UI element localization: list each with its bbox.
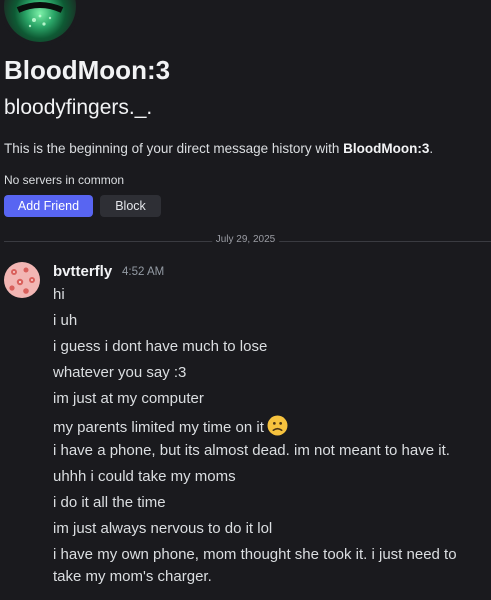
profile-username: bloodyfingers._. xyxy=(4,96,153,119)
message-line: hi xyxy=(53,286,65,303)
date-divider-label: July 29, 2025 xyxy=(211,234,280,245)
message-line: i have a phone, but its almost dead. im … xyxy=(53,442,450,459)
block-button[interactable]: Block xyxy=(100,195,161,217)
message-line: i guess i dont have much to lose xyxy=(53,338,268,355)
avatar-art-icon xyxy=(16,2,64,28)
message-line: i do it all the time xyxy=(53,494,166,511)
message-line: i uh xyxy=(53,312,78,329)
message-author-name[interactable]: bvtterfly xyxy=(53,263,112,280)
avatar-pattern-icon xyxy=(9,267,35,294)
message-line-text: my parents limited my time on it xyxy=(53,419,264,436)
profile-display-name: BloodMoon:3 xyxy=(4,55,171,85)
message-line: im just always nervous to do it lol xyxy=(53,520,273,537)
history-suffix: . xyxy=(429,141,434,156)
slightly-frowning-face-icon xyxy=(267,415,288,442)
message-author-avatar[interactable] xyxy=(4,262,40,298)
message-line: i have my own phone, mom thought she too… xyxy=(53,546,457,563)
add-friend-button[interactable]: Add Friend xyxy=(4,195,93,217)
message-line-with-emoji: my parents limited my time on it xyxy=(53,415,288,442)
message-timestamp: 4:52 AM xyxy=(122,266,165,278)
message-line: take my mom's charger. xyxy=(53,568,212,585)
message-line: whatever you say :3 xyxy=(53,364,187,381)
profile-avatar[interactable] xyxy=(4,0,76,42)
history-name: BloodMoon:3 xyxy=(343,141,430,156)
message-line: im just at my computer xyxy=(53,390,204,407)
mutual-servers-text[interactable]: No servers in common xyxy=(4,173,124,187)
history-prefix: This is the beginning of your direct mes… xyxy=(4,141,344,156)
history-beginning-text: This is the beginning of your direct mes… xyxy=(4,141,433,156)
message-line: uhhh i could take my moms xyxy=(53,468,236,485)
